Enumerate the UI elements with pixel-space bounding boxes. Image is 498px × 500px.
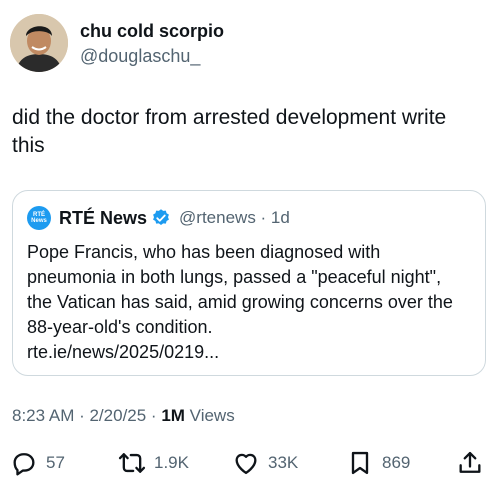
bookmark-button[interactable]: 869 <box>346 446 410 480</box>
views-count: 1M <box>161 406 185 425</box>
reply-count: 57 <box>46 453 65 472</box>
quoted-avatar[interactable]: RTÉ News <box>27 206 51 230</box>
share-button[interactable] <box>456 446 484 480</box>
like-count: 33K <box>268 453 299 472</box>
views-label: Views <box>184 406 235 425</box>
reply-icon <box>13 453 35 476</box>
quoted-link[interactable]: rte.ie/news/2025/0219... <box>27 340 471 365</box>
share-icon <box>459 451 481 473</box>
user-handle[interactable]: @douglaschu_ <box>80 45 224 67</box>
verified-badge-icon <box>153 209 169 225</box>
retweet-icon <box>118 453 146 473</box>
retweet-count: 1.9K <box>154 453 189 472</box>
quoted-handle-time: @rtenews · 1d <box>179 208 290 227</box>
quoted-tweet[interactable]: RTÉ News RTÉ News @rtenews · 1d Pope Fra… <box>12 190 486 376</box>
reply-button[interactable]: 57 <box>10 446 65 480</box>
tweet-meta: 8:23 AM · 2/20/25 · 1M Views <box>12 406 235 426</box>
tweet-text: did the doctor from arrested development… <box>12 106 447 157</box>
quoted-avatar-text-bottom: News <box>31 218 47 224</box>
like-button[interactable]: 33K <box>232 446 298 480</box>
heart-icon <box>235 453 257 475</box>
timestamp[interactable]: 8:23 AM · 2/20/25 · <box>12 406 161 425</box>
tweet-header: chu cold scorpio @douglaschu_ <box>10 14 224 72</box>
display-name[interactable]: chu cold scorpio <box>80 20 224 42</box>
bookmark-icon <box>351 451 369 475</box>
avatar[interactable] <box>10 14 68 72</box>
quoted-display-name[interactable]: RTÉ News <box>59 208 147 229</box>
avatar-portrait-icon <box>10 14 68 72</box>
retweet-button[interactable]: 1.9K <box>118 446 189 480</box>
bookmark-count: 869 <box>382 453 411 472</box>
action-bar: 57 1.9K 33K 869 <box>0 446 498 480</box>
quoted-text: Pope Francis, who has been diagnosed wit… <box>27 242 453 337</box>
